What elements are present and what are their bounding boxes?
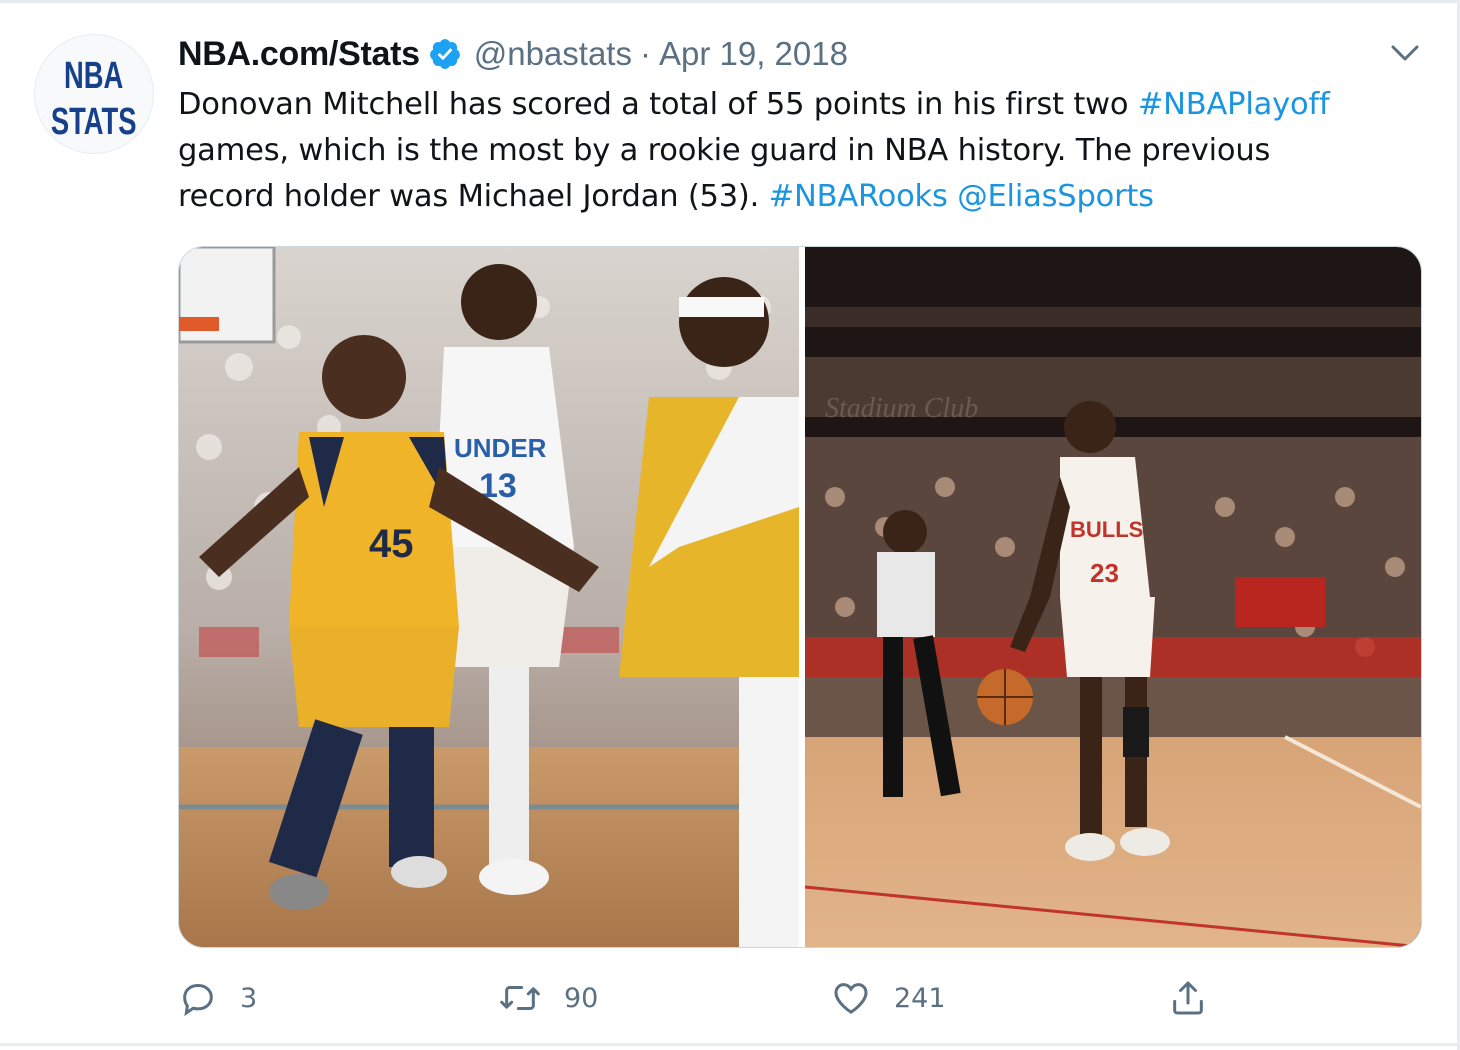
retweet-count: 90 <box>564 982 599 1014</box>
tweet-line-2: games, which is the most by a rookie gua… <box>178 128 1428 174</box>
retweet-icon <box>500 986 540 1010</box>
share-icon <box>1173 981 1203 1015</box>
photo-jordan[interactable]: Stadium Club BULLS 23 <box>805 247 1421 947</box>
media-grid: UNDER 13 45 Stadium Club BULLS 23 <box>178 246 1422 948</box>
tweet-header: NBA.com/Stats @nbastats · Apr 19, 2018 <box>178 30 848 78</box>
photo-mitchell[interactable]: UNDER 13 45 <box>179 247 799 947</box>
text-segment: record holder was Michael Jordan (53). <box>178 179 769 214</box>
reply-count: 3 <box>240 982 258 1014</box>
heart-icon <box>834 983 868 1014</box>
display-name[interactable]: NBA.com/Stats <box>178 35 420 74</box>
tweet-line-3: record holder was Michael Jordan (53). #… <box>178 174 1428 220</box>
hashtag-link-nbaplayoff[interactable]: #NBAPlayoff <box>1138 87 1330 122</box>
jersey-number-23: 23 <box>1090 558 1119 588</box>
tweet-text: Donovan Mitchell has scored a total of 5… <box>178 82 1428 220</box>
tweet-line-1: Donovan Mitchell has scored a total of 5… <box>178 82 1428 128</box>
mention-link-eliassports[interactable]: @EliasSports <box>957 179 1154 214</box>
reply-button[interactable]: 3 <box>178 970 257 1026</box>
text-segment: games, which is the most by a rookie gua… <box>178 133 1271 168</box>
text-segment: Donovan Mitchell has scored a total of 5… <box>178 87 1138 122</box>
hashtag-link-nbarooks[interactable]: #NBARooks <box>769 179 948 214</box>
bottom-divider <box>0 1043 1460 1046</box>
reply-icon <box>183 983 213 1017</box>
logo-text-nba: NBA <box>64 55 123 97</box>
separator-dot: · <box>639 35 651 72</box>
jersey-number-45: 45 <box>369 522 414 566</box>
retweet-button[interactable]: 90 <box>498 970 598 1026</box>
like-button[interactable]: 241 <box>830 970 946 1026</box>
tweet-actions: 3 90 241 <box>178 970 1418 1026</box>
top-divider <box>0 0 1460 3</box>
tweet-card[interactable]: NBA STATS NBA.com/Stats @nbastats · Apr … <box>0 0 1460 1050</box>
share-button[interactable] <box>1168 970 1208 1026</box>
arena-sign: Stadium Club <box>825 393 978 424</box>
chevron-down-icon[interactable] <box>1388 40 1422 66</box>
verified-badge-icon <box>428 37 462 71</box>
tweet-date[interactable]: Apr 19, 2018 <box>659 35 848 73</box>
jersey-text-bulls: BULLS <box>1070 517 1143 542</box>
jersey-text-thunder: UNDER <box>454 433 547 463</box>
nba-stats-logo: NBA STATS <box>51 55 137 143</box>
logo-text-stats: STATS <box>51 101 137 143</box>
handle[interactable]: @nbastats <box>474 35 632 73</box>
like-count: 241 <box>894 982 946 1014</box>
avatar[interactable]: NBA STATS <box>34 34 154 154</box>
